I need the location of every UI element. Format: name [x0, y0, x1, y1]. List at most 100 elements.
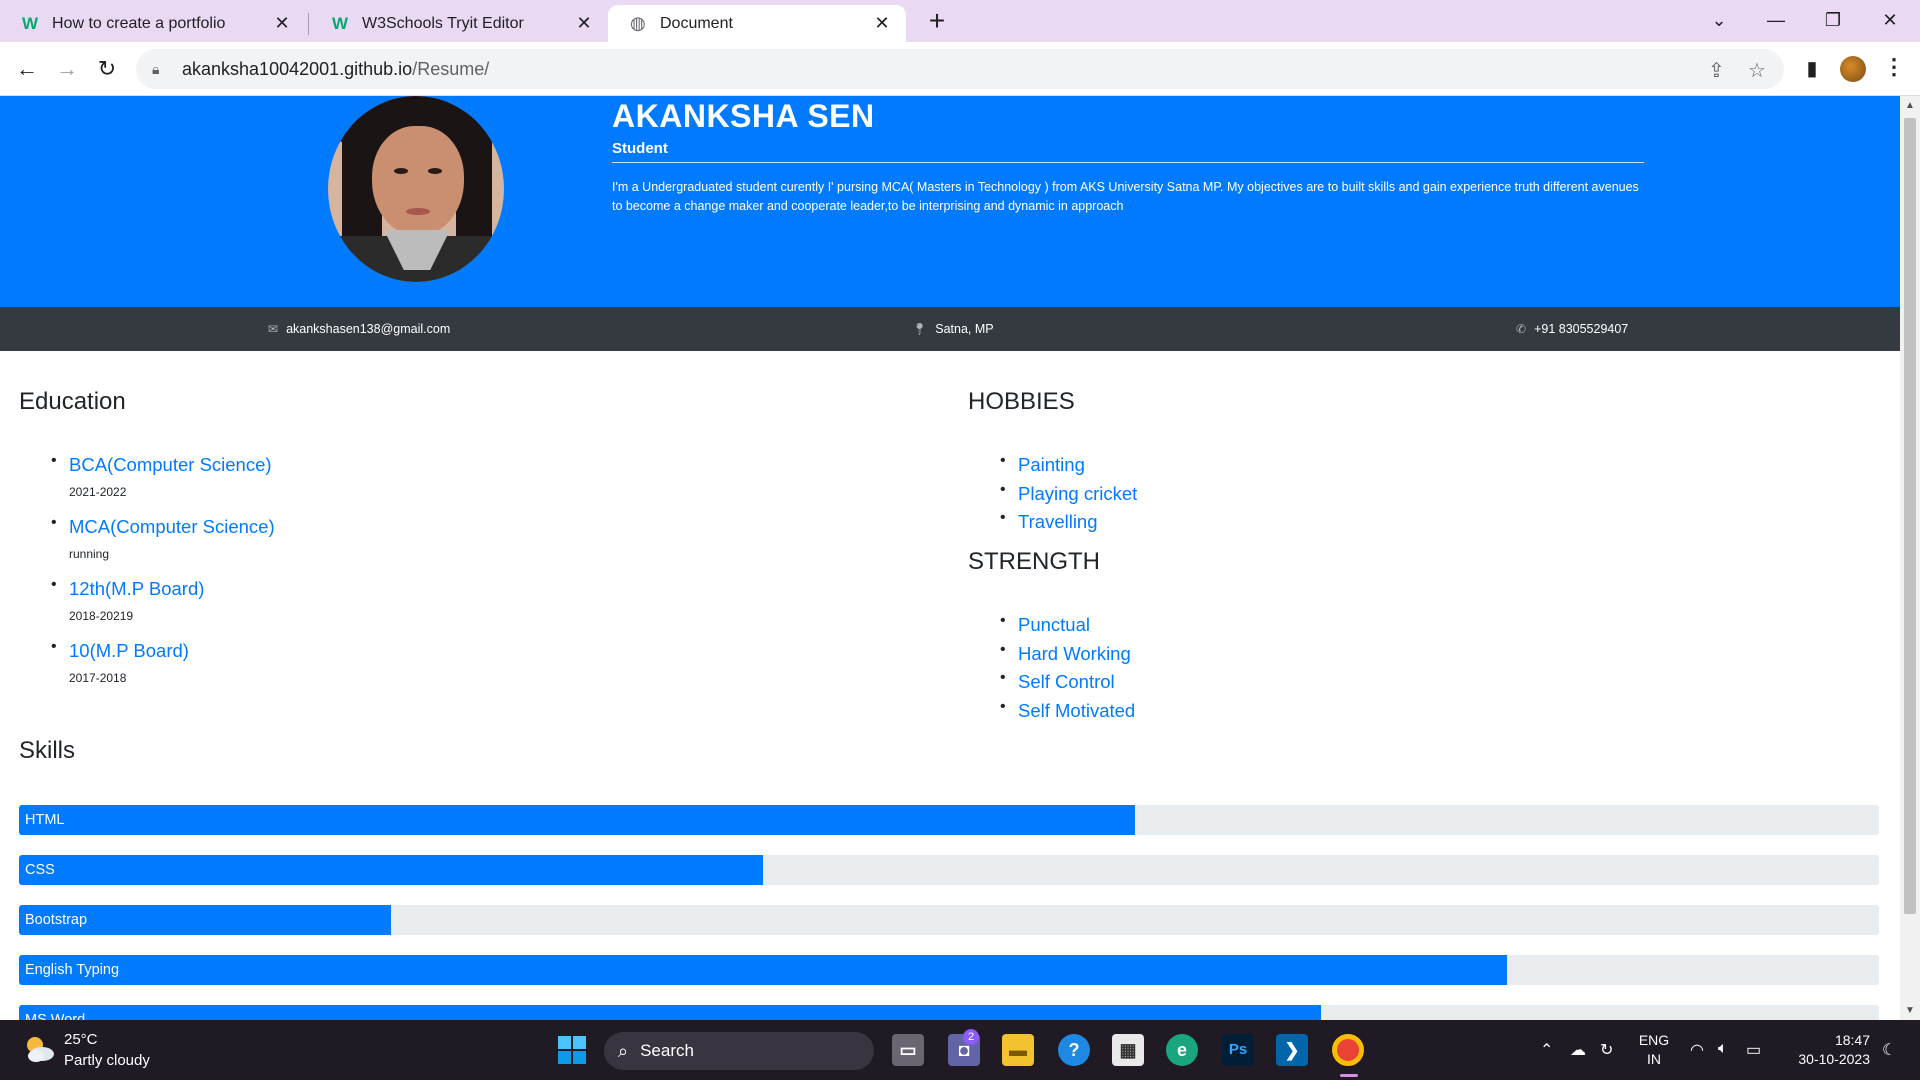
strength-list: Punctual Hard Working Self Control Self …	[1000, 612, 1135, 726]
tab-title: W3Schools Tryit Editor	[362, 14, 524, 32]
forward-button[interactable]: →	[52, 54, 82, 84]
search-icon: ⌕	[618, 1040, 629, 1061]
divider	[612, 162, 1644, 163]
bookmark-star-icon[interactable]: ☆	[1748, 58, 1766, 83]
file-explorer-icon[interactable]: ▬	[1002, 1034, 1034, 1066]
region-indicator[interactable]: IN	[1636, 1051, 1672, 1067]
progress-fill	[19, 855, 763, 885]
minimize-button[interactable]: —	[1756, 6, 1796, 34]
close-icon[interactable]: ✕	[574, 13, 594, 34]
partly-cloudy-icon[interactable]	[22, 1032, 56, 1066]
list-item: Painting	[1000, 452, 1137, 481]
email-text: akankshasen138@gmail.com	[286, 322, 451, 336]
globe-icon: ◍	[630, 13, 646, 33]
taskbar-search[interactable]: ⌕ Search	[604, 1032, 874, 1070]
list-item: Self Motivated	[1000, 698, 1135, 727]
strength-title: STRENGTH	[968, 548, 1100, 575]
skill-label: MS Word	[25, 1012, 86, 1020]
tab-strip: W How to create a portfolio ✕ W W3School…	[0, 0, 1920, 42]
skill-bar-css: CSS	[19, 855, 1879, 885]
skill-bar-html: HTML	[19, 805, 1879, 835]
back-button[interactable]: ←	[12, 54, 42, 84]
w3schools-icon: W	[22, 13, 39, 33]
sync-icon[interactable]: ↻	[1600, 1040, 1613, 1060]
battery-icon[interactable]: ▭	[1746, 1040, 1761, 1060]
progress-fill	[19, 805, 1135, 835]
strength-label: Hard Working	[1018, 642, 1131, 664]
weather-condition[interactable]: Partly cloudy	[64, 1052, 150, 1069]
education-degree: MCA(Computer Science)	[69, 516, 275, 537]
hobbies-list: Painting Playing cricket Travelling	[1000, 452, 1137, 538]
tab-search-chevron-icon[interactable]: ⌄	[1699, 6, 1739, 34]
menu-icon[interactable]: ⋮	[1883, 54, 1905, 80]
vscode-icon[interactable]: ❯	[1276, 1034, 1308, 1066]
browser-toolbar: ← → ↻ 🔒︎ akanksha10042001.github.io /Res…	[0, 42, 1920, 96]
active-app-indicator	[1340, 1074, 1358, 1077]
side-panel-icon[interactable]: ▮	[1797, 54, 1827, 84]
strength-label: Self Motivated	[1018, 699, 1136, 721]
close-icon[interactable]: ✕	[872, 13, 892, 34]
list-item: 10(M.P Board) 2017-2018	[51, 638, 275, 687]
notification-badge: 2	[963, 1029, 979, 1045]
education-list: BCA(Computer Science) 2021-2022 MCA(Comp…	[51, 452, 275, 700]
close-icon[interactable]: ✕	[272, 13, 292, 34]
w3schools-icon: W	[332, 13, 349, 33]
scroll-down-arrow-icon[interactable]: ▼	[1904, 1005, 1916, 1016]
tab-document[interactable]: ◍ Document ✕	[608, 5, 906, 42]
photoshop-icon[interactable]: Ps	[1222, 1034, 1254, 1066]
skill-label: English Typing	[25, 962, 120, 978]
hobby-label: Playing cricket	[1018, 482, 1138, 504]
notifications-icon[interactable]: ☾	[1882, 1040, 1896, 1060]
lock-icon[interactable]: 🔒︎	[152, 61, 172, 78]
share-icon[interactable]: ⇪	[1708, 58, 1725, 83]
chevron-up-icon[interactable]: ⌃	[1540, 1040, 1553, 1060]
list-item: Travelling	[1000, 509, 1137, 538]
list-item: Hard Working	[1000, 641, 1135, 670]
scroll-up-arrow-icon[interactable]: ▲	[1904, 100, 1916, 111]
tab-how-to-create-portfolio[interactable]: W How to create a portfolio ✕	[0, 5, 306, 42]
onedrive-icon[interactable]: ☁	[1570, 1040, 1586, 1060]
task-view-icon[interactable]: ▭	[892, 1034, 924, 1066]
scroll-thumb[interactable]	[1904, 118, 1916, 914]
location-text: Satna, MP	[935, 322, 994, 336]
page-scrollbar[interactable]: ▲ ▼	[1900, 96, 1920, 1020]
list-item: Punctual	[1000, 612, 1135, 641]
chrome-icon[interactable]	[1332, 1034, 1364, 1066]
education-years: 2018-20219	[69, 609, 134, 623]
restore-button[interactable]: ❐	[1813, 6, 1853, 34]
clock-date[interactable]: 30-10-2023	[1780, 1051, 1870, 1067]
language-indicator[interactable]: ENG	[1636, 1032, 1672, 1048]
close-window-button[interactable]: ✕	[1870, 6, 1910, 34]
education-years: 2021-2022	[69, 485, 127, 499]
address-bar[interactable]: 🔒︎ akanksha10042001.github.io /Resume/ ⇪…	[136, 49, 1784, 89]
clock-time[interactable]: 18:47	[1780, 1032, 1870, 1048]
strength-label: Punctual	[1018, 614, 1090, 635]
envelope-icon: ✉	[268, 322, 279, 336]
contact-phone: ✆ +91 8305529407	[1516, 307, 1628, 351]
list-item: Playing cricket	[1000, 481, 1137, 510]
education-degree: BCA(Computer Science)	[69, 454, 272, 475]
edge-browser-icon[interactable]: e	[1166, 1034, 1198, 1066]
weather-temperature[interactable]: 25°C	[64, 1031, 98, 1048]
progress-fill	[19, 1005, 1321, 1020]
url-path: /Resume/	[412, 58, 490, 79]
windows-taskbar: 25°C Partly cloudy ⌕ Search ▭ ◘ 2 ▬ ? ▦ …	[0, 1020, 1920, 1080]
profile-avatar[interactable]	[1840, 56, 1866, 82]
reload-button[interactable]: ↻	[92, 54, 122, 84]
windows-start-icon[interactable]	[556, 1034, 588, 1066]
help-icon[interactable]: ?	[1058, 1034, 1090, 1066]
skills-title: Skills	[19, 737, 76, 764]
education-years: running	[69, 547, 110, 561]
microsoft-store-icon[interactable]: ▦	[1112, 1034, 1144, 1066]
list-item: MCA(Computer Science) running	[51, 514, 275, 563]
volume-icon[interactable]: 🔈︎	[1718, 1040, 1728, 1058]
contact-location: 📍︎ Satna, MP	[912, 307, 994, 351]
tab-title: How to create a portfolio	[52, 14, 226, 32]
contact-bar: ✉ akankshasen138@gmail.com 📍︎ Satna, MP …	[0, 307, 1900, 351]
wifi-icon[interactable]: ◠	[1690, 1040, 1704, 1060]
new-tab-button[interactable]: +	[922, 6, 952, 36]
strength-label: Self Control	[1018, 671, 1115, 692]
profile-photo	[328, 96, 504, 282]
map-pin-icon: 📍︎	[912, 322, 928, 336]
tab-w3schools-tryit[interactable]: W W3Schools Tryit Editor ✕	[310, 5, 608, 42]
